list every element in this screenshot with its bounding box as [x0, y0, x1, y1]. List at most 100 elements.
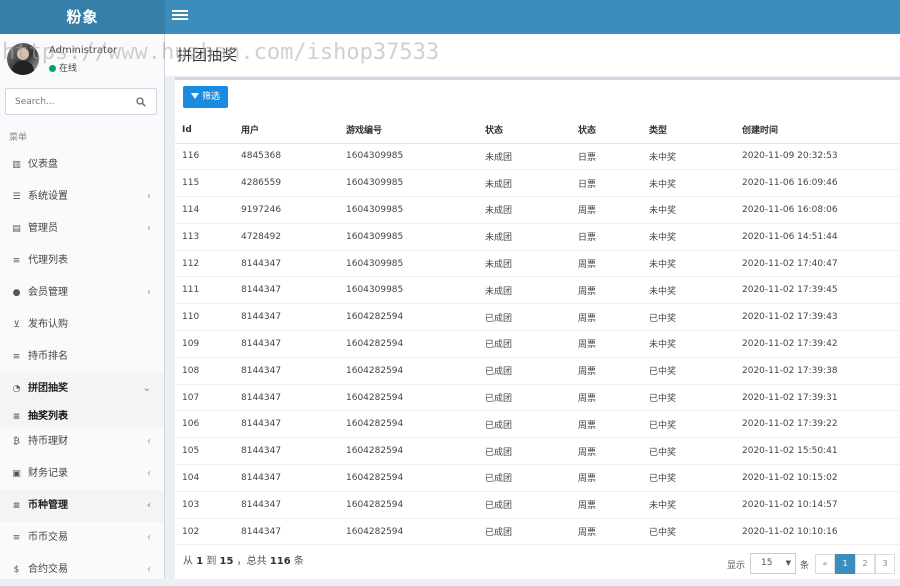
pagination-page-3[interactable]: 3 — [875, 554, 895, 574]
table-cell: 1604282594 — [339, 384, 478, 412]
table-cell: 2020-11-02 15:50:41 — [735, 437, 900, 466]
table-row[interactable]: 104 8144347 1604282594 已成团 周票 已中奖 2020-11-02 1… — [175, 464, 900, 492]
table-cell: 未中奖 — [642, 330, 735, 358]
table-row[interactable]: 114 9197246 1604309985 未成团 周票 未中奖 2020-11-06 1… — [175, 196, 900, 224]
search-icon[interactable] — [136, 97, 146, 107]
table-body: 116 4845368 1604309985 未成团 日票 未中奖 2020-11-09 2… — [175, 143, 900, 546]
bar-chart-icon: ▥ — [12, 160, 21, 170]
table-cell: 已中奖 — [642, 464, 735, 492]
table-row[interactable]: 112 8144347 1604309985 未成团 周票 未中奖 2020-11-02 1… — [175, 250, 900, 278]
user-status-label: 在线 — [59, 64, 78, 74]
pagination-page-1[interactable]: 1 — [835, 554, 855, 574]
filter-button[interactable]: 筛选 — [183, 86, 229, 108]
table-cell: 116 — [175, 143, 234, 171]
table-cell: 2020-11-02 10:14:57 — [735, 491, 900, 519]
caret-down-icon: ▼ — [785, 559, 791, 567]
pagination-prev[interactable]: « — [815, 554, 835, 574]
table-cell: 周票 — [571, 384, 642, 412]
money-icon: ▣ — [12, 469, 21, 479]
table-row[interactable]: 111 8144347 1604309985 未成团 周票 未中奖 2020-11-02 1… — [175, 276, 900, 305]
table-cell: 111 — [175, 276, 234, 305]
table-cell: 已成团 — [478, 384, 571, 412]
sidebar-item-coin-finance[interactable]: ₿ 持币理财 ‹ — [0, 426, 164, 458]
table-row[interactable]: 113 4728492 1604309985 未成团 日票 未中奖 2020-11-06 1… — [175, 223, 900, 251]
table-cell: 周票 — [571, 464, 642, 492]
sidebar-item-agents[interactable]: ≡ 代理列表 — [0, 245, 164, 277]
content-header: 拼团抽奖 — [165, 34, 900, 76]
table-cell: 1604282594 — [339, 330, 478, 358]
table-row[interactable]: 107 8144347 1604282594 已成团 周票 已中奖 2020-11-02 1… — [175, 384, 900, 412]
table-cell: 周票 — [571, 330, 642, 358]
sidebar-item-coin-trading[interactable]: ≡ 币币交易 ‹ — [0, 522, 164, 554]
table-row[interactable]: 106 8144347 1604282594 已成团 周票 已中奖 2020-11-02 1… — [175, 410, 900, 439]
table-header-row: Id 用户 游戏编号 状态 状态 类型 创建时间 — [175, 117, 900, 144]
table-row[interactable]: 109 8144347 1604282594 已成团 周票 未中奖 2020-11-02 1… — [175, 330, 900, 358]
user-name: Administrator — [49, 45, 118, 56]
sidebar-item-currency-management[interactable]: ≡ 币种管理 ‹ — [0, 490, 164, 522]
sidebar-item-finance-records[interactable]: ▣ 财务记录 ‹ — [0, 458, 164, 490]
menu-toggle-icon[interactable] — [172, 8, 188, 24]
table-cell: 未中奖 — [642, 250, 735, 278]
table-cell: 日票 — [571, 143, 642, 171]
table-cell: 108 — [175, 357, 234, 385]
sidebar-item-admins[interactable]: ▤ 管理员 ‹ — [0, 213, 164, 245]
table-cell: 周票 — [571, 410, 642, 439]
table-cell: 周票 — [571, 491, 642, 519]
sidebar-item-group-lottery[interactable]: ◔ 拼团抽奖 ⌄ — [0, 373, 164, 405]
pagination-page-2[interactable]: 2 — [855, 554, 875, 574]
column-header: Id — [175, 117, 234, 144]
table-cell: 日票 — [571, 223, 642, 251]
sidebar-item-contract-trading[interactable]: $ 合约交易 ‹ — [0, 554, 164, 586]
table-cell: 已成团 — [478, 464, 571, 492]
dashboard-icon: ◔ — [12, 384, 21, 394]
table-row[interactable]: 103 8144347 1604282594 已成团 周票 未中奖 2020-11-02 1… — [175, 491, 900, 519]
table-cell: 8144347 — [234, 330, 339, 358]
table-row[interactable]: 116 4845368 1604309985 未成团 日票 未中奖 2020-11-09 2… — [175, 143, 900, 171]
table-cell: 未成团 — [478, 276, 571, 305]
list-icon: ≡ — [12, 501, 21, 511]
table-cell: 已中奖 — [642, 437, 735, 466]
user-status: 在线 — [49, 61, 77, 74]
sidebar: Administrator 在线 菜单 ▥仪表盘 ☰系统设置‹ ▤管理员‹ ≡代… — [0, 34, 165, 579]
table-cell: 113 — [175, 223, 234, 251]
bitcoin-icon: ₿ — [13, 437, 20, 447]
table-cell: 2020-11-02 17:39:42 — [735, 330, 900, 358]
table-row[interactable]: 108 8144347 1604282594 已成团 周票 已中奖 2020-11-02 1… — [175, 357, 900, 385]
chevron-left-icon: ‹ — [147, 191, 151, 202]
table-cell: 8144347 — [234, 276, 339, 305]
table-cell: 1604282594 — [339, 437, 478, 466]
online-dot-icon — [49, 65, 56, 72]
chevron-left-icon: ‹ — [147, 532, 151, 543]
sidebar-item-ranking[interactable]: ≡ 持币排名 — [0, 341, 164, 373]
table-cell: 未成团 — [478, 250, 571, 278]
chevron-left-icon: ‹ — [146, 500, 151, 511]
id-card-icon: ▤ — [12, 224, 21, 234]
table-cell: 2020-11-02 17:39:43 — [735, 303, 900, 332]
sidebar-item-system-settings[interactable]: ☰ 系统设置 ‹ — [0, 181, 164, 213]
column-header: 用户 — [234, 117, 339, 144]
table-cell: 2020-11-02 17:39:31 — [735, 384, 900, 412]
table-row[interactable]: 105 8144347 1604282594 已成团 周票 已中奖 2020-11-02 1… — [175, 437, 900, 466]
table-cell: 103 — [175, 491, 234, 519]
list-icon: ≡ — [12, 533, 21, 543]
sidebar-item-members[interactable]: ● 会员管理 ‹ — [0, 277, 164, 309]
column-header: 状态 — [571, 117, 642, 144]
table-row[interactable]: 102 8144347 1604282594 已成团 周票 已中奖 2020-11-02 1… — [175, 518, 900, 546]
table-cell: 8144347 — [234, 491, 339, 519]
app-logo[interactable]: 粉象 — [0, 0, 165, 34]
page-size-select[interactable]: 15 ▼ — [750, 553, 796, 574]
sidebar-item-subscription[interactable]: ⊻ 发布认购 — [0, 309, 164, 341]
table-cell: 未中奖 — [642, 223, 735, 251]
table-row[interactable]: 115 4286559 1604309985 未成团 日票 未中奖 2020-11-06 1… — [175, 169, 900, 198]
page-title: 拼团抽奖 — [177, 46, 238, 64]
table-cell: 114 — [175, 196, 234, 224]
search-input[interactable] — [6, 89, 126, 114]
table-cell: 2020-11-02 10:10:16 — [735, 518, 900, 546]
chevron-down-icon: ⌄ — [142, 383, 151, 394]
pagination-info: 从 1 到 15 ，总共 116 条 — [183, 556, 304, 567]
table-cell: 109 — [175, 330, 234, 358]
list-icon: ≡ — [12, 256, 21, 266]
table-row[interactable]: 110 8144347 1604282594 已成团 周票 已中奖 2020-11-02 1… — [175, 303, 900, 332]
sidebar-item-dashboard[interactable]: ▥ 仪表盘 — [0, 149, 164, 181]
table-cell: 未中奖 — [642, 196, 735, 224]
